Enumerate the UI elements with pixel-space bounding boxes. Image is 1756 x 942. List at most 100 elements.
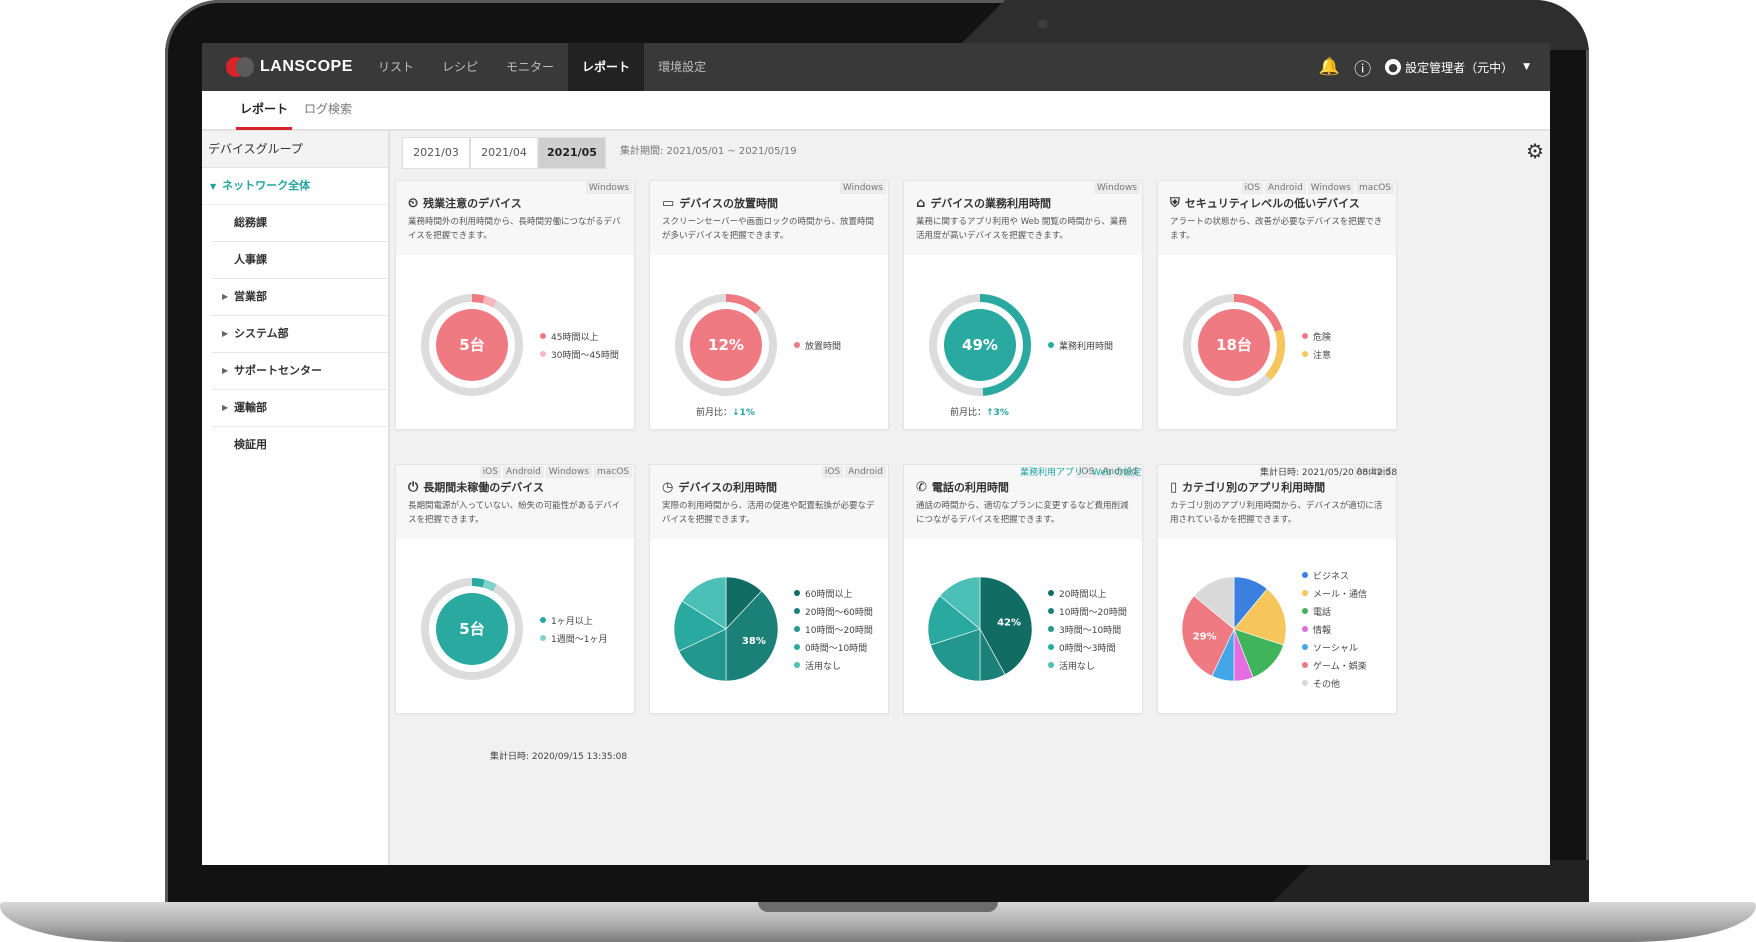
report-card[interactable]: Android ▯ カテゴリ別のアプリ利用時間 カテゴリ別のアプリ利用時間から、デバイ… bbox=[1158, 465, 1396, 713]
report-card[interactable]: iOS Android Windows macOS ⛨ セキュリティレベルの低いデバイスア… bbox=[1158, 181, 1396, 429]
os-tag: Android bbox=[1264, 182, 1306, 194]
sidebar-item-label: 営業部 bbox=[234, 290, 267, 303]
legend-dot-icon bbox=[794, 626, 800, 632]
legend-dot-icon bbox=[1302, 662, 1308, 668]
report-card[interactable]: iOS Android Windows macOS ⏻ 長期間未稼働のデバイス 長期間電源が… bbox=[396, 465, 634, 713]
caret-right-icon[interactable]: ▶ bbox=[222, 316, 228, 352]
legend-label: 3時間〜10時間 bbox=[1059, 625, 1122, 636]
card-header: iOS Android Windows macOS ⛨ セキュリティレベルの低いデバイスア… bbox=[1158, 181, 1396, 255]
comparison-label: 前月比： bbox=[696, 408, 733, 418]
legend-item: 注意 bbox=[1302, 345, 1331, 363]
sidebar-item[interactable]: 検証用 bbox=[212, 427, 388, 463]
user-clock-icon: ⏲ bbox=[408, 195, 419, 211]
donut-segment bbox=[482, 579, 497, 592]
card-title-text: 電話の利用時間 bbox=[931, 481, 1009, 494]
os-tag: Windows bbox=[839, 182, 886, 194]
report-card[interactable]: iOS Android ◷ デバイスの利用時間 実際の利用時間から、活用の促進や配置転換… bbox=[650, 465, 888, 713]
chart-legend: 危険 注意 bbox=[1302, 327, 1331, 363]
sidebar-item-label: 運輸部 bbox=[234, 401, 267, 414]
legend-label: 45時間以上 bbox=[551, 332, 599, 343]
sidebar-item[interactable]: ▶ サポートセンター bbox=[212, 353, 388, 390]
legend-item: 20時間以上 bbox=[1048, 584, 1127, 602]
legend-label: 60時間以上 bbox=[805, 589, 853, 600]
legend-label: 危険 bbox=[1313, 332, 1332, 343]
donut-segment bbox=[471, 294, 485, 304]
center-value: 12% bbox=[708, 336, 744, 354]
business-app-settings-link[interactable]: 業務利用アプリ・Web の設定 bbox=[1020, 465, 1141, 478]
card-header: Windows ⌂ デバイスの業務利用時間 業務に関するアプリ利用や Web 閲覧の時… bbox=[904, 181, 1142, 255]
nav-list[interactable]: リスト bbox=[364, 43, 428, 91]
card-title-text: 残業注意のデバイス bbox=[423, 197, 522, 210]
nav-recipe[interactable]: レシピ bbox=[428, 43, 492, 91]
os-tag: Windows bbox=[1307, 182, 1354, 194]
lanscope-logo[interactable]: LANSCOPE bbox=[226, 56, 353, 78]
legend-item: 活用なし bbox=[794, 656, 873, 674]
legend-dot-icon bbox=[540, 333, 546, 339]
sidebar-item[interactable]: 人事課 bbox=[212, 242, 388, 279]
user-menu[interactable]: ● 設定管理者（元中） ▼ bbox=[1385, 59, 1530, 76]
center-value: 18台 bbox=[1216, 336, 1252, 354]
nav-settings[interactable]: 環境設定 bbox=[644, 43, 720, 91]
card-description: アラートの状態から、改善が必要なデバイスを把握できます。 bbox=[1170, 217, 1383, 241]
card-title-text: デバイスの業務利用時間 bbox=[930, 197, 1051, 210]
card-description: 通話の時間から、適切なプランに変更するなど費用削減につながるデバイスを把握できま… bbox=[916, 501, 1129, 525]
legend-dot-icon bbox=[540, 351, 546, 357]
card-header: iOS Android ◷ デバイスの利用時間 実際の利用時間から、活用の促進や配置転換… bbox=[650, 465, 888, 539]
aggregation-timestamp-bottom: 集計日時: 2020/09/15 13:35:08 bbox=[490, 752, 628, 762]
power-icon: ⏻ bbox=[408, 479, 419, 495]
smartphone-icon: ▯ bbox=[1170, 479, 1178, 495]
os-tags: iOS Android Windows macOS bbox=[479, 466, 632, 478]
sidebar-group-network[interactable]: ▼ ネットワーク全体 bbox=[202, 168, 388, 205]
sidebar-item[interactable]: ▶ 営業部 bbox=[212, 279, 388, 316]
month-comparison: 前月比：↑3% bbox=[950, 405, 1009, 418]
legend-label: 業務利用時間 bbox=[1059, 341, 1114, 352]
top-nav-bar: LANSCOPE リスト レシピ モニター レポート 環境設定 🔔 ⓘ ● 設定… bbox=[202, 43, 1550, 91]
legend-dot-icon bbox=[1302, 590, 1308, 596]
help-icon[interactable]: ⓘ bbox=[1354, 55, 1371, 80]
caret-right-icon[interactable]: ▶ bbox=[222, 390, 228, 426]
donut-segment bbox=[725, 294, 761, 314]
report-card[interactable]: iOS Android ✆ 電話の利用時間 通話の時間から、適切なプランに変更するなど費… bbox=[904, 465, 1142, 713]
tab-log-search[interactable]: ログ検索 bbox=[304, 91, 352, 127]
card-description: カテゴリ別のアプリ利用時間から、デバイスが適切に活用されているかを把握できます。 bbox=[1170, 501, 1383, 525]
tab-report[interactable]: レポート bbox=[236, 91, 292, 130]
legend-label: 電話 bbox=[1313, 607, 1332, 618]
sidebar-item[interactable]: ▶ 運輸部 bbox=[212, 390, 388, 427]
legend-item: 10時間〜20時間 bbox=[794, 620, 873, 638]
legend-dot-icon bbox=[794, 590, 800, 596]
chart-legend: 60時間以上 20時間〜60時間 10時間〜20時間 0時間〜10時間 活用なし bbox=[794, 584, 873, 674]
legend-label: 10時間〜20時間 bbox=[805, 625, 873, 636]
sidebar-item-label: 総務課 bbox=[234, 216, 267, 229]
card-title-text: デバイスの利用時間 bbox=[678, 481, 778, 494]
os-tags: iOS Android Windows macOS bbox=[1241, 182, 1394, 194]
date-tab-2021-05[interactable]: 2021/05 bbox=[538, 137, 606, 169]
comparison-value: ↑3% bbox=[986, 408, 1009, 418]
sidebar-item[interactable]: 総務課 bbox=[212, 205, 388, 242]
report-card[interactable]: Windows ⌂ デバイスの業務利用時間 業務に関するアプリ利用や Web 閲覧の時… bbox=[904, 181, 1142, 429]
caret-right-icon[interactable]: ▶ bbox=[222, 279, 228, 315]
legend-label: その他 bbox=[1313, 679, 1341, 690]
card-chart: 18台 bbox=[1183, 294, 1285, 396]
top-right-tools: 🔔 ⓘ ● 設定管理者（元中） ▼ bbox=[1319, 43, 1530, 91]
legend-item: 60時間以上 bbox=[794, 584, 873, 602]
date-tab-2021-04[interactable]: 2021/04 bbox=[470, 137, 538, 169]
card-title-text: カテゴリ別のアプリ利用時間 bbox=[1182, 481, 1326, 494]
legend-label: 注意 bbox=[1313, 350, 1332, 361]
report-card[interactable]: Windows ▭ デバイスの放置時間 スクリーンセーバーや画面ロックの時間から、放置… bbox=[650, 181, 888, 429]
card-title: ▭ デバイスの放置時間 bbox=[662, 195, 778, 211]
nav-monitor[interactable]: モニター bbox=[492, 43, 568, 91]
report-card[interactable]: Windows ⏲ 残業注意のデバイス 業務時間外の利用時間から、長時間労働につながる… bbox=[396, 181, 634, 429]
bell-icon[interactable]: 🔔 bbox=[1319, 57, 1340, 77]
sidebar-item[interactable]: ▶ システム部 bbox=[212, 316, 388, 353]
legend-dot-icon bbox=[1048, 342, 1054, 348]
nav-report[interactable]: レポート bbox=[568, 43, 645, 91]
legend-dot-icon bbox=[794, 342, 800, 348]
legend-label: メール・通信 bbox=[1313, 589, 1368, 600]
caret-right-icon[interactable]: ▶ bbox=[222, 353, 228, 389]
date-tab-2021-03[interactable]: 2021/03 bbox=[402, 137, 470, 169]
gear-icon[interactable]: ⚙ bbox=[1526, 139, 1544, 163]
chart-legend: ビジネス メール・通信 電話 情報 ソーシャル ゲーム・娯楽 その他 bbox=[1302, 566, 1367, 692]
legend-item: 放置時間 bbox=[794, 336, 841, 354]
legend-item: 電話 bbox=[1302, 602, 1367, 620]
legend-item: ビジネス bbox=[1302, 566, 1367, 584]
